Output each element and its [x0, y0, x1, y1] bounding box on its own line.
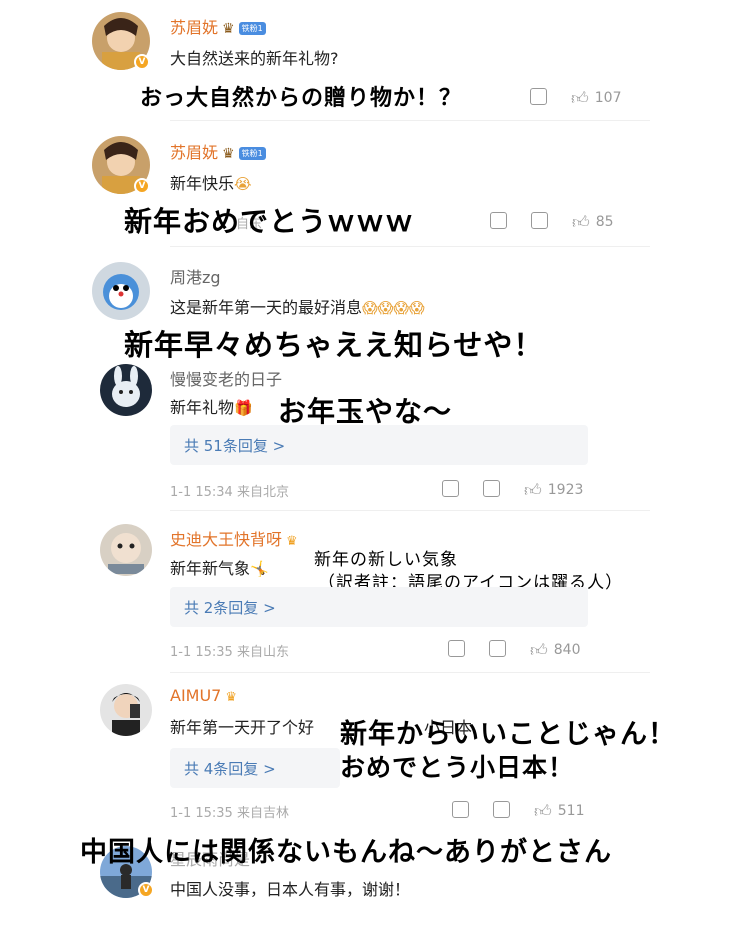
translation-overlay: 中国人には関係ないもんね～ありがとさん	[80, 837, 612, 868]
dancing-person-emoji-icon: 🤸	[250, 560, 269, 578]
gift-emoji-icon: 🎁	[234, 399, 253, 417]
comment-actions: 👍︎ 840	[448, 640, 581, 661]
username-text: AIMU7	[170, 686, 222, 705]
avatar-image	[100, 364, 152, 416]
like-icon[interactable]: 👍︎	[524, 480, 542, 501]
username[interactable]: 史迪大王快背呀 ♛	[170, 526, 298, 550]
comment-actions: 👍︎ 511	[452, 801, 585, 822]
comment-text-body: 这是新年第一天的最好消息	[170, 298, 363, 317]
comment-text-body: 新年快乐	[170, 174, 235, 193]
like-count: 511	[557, 803, 585, 819]
comment-text: 大自然送来的新年礼物?	[170, 49, 339, 68]
verified-icon: V	[134, 178, 150, 194]
like-icon[interactable]: 👍︎	[571, 88, 589, 109]
comment-icon[interactable]	[489, 640, 506, 657]
share-icon[interactable]	[452, 801, 469, 818]
fan-badge: 铁粉1	[238, 22, 266, 35]
username[interactable]: 苏眉妩 ♛ 铁粉1	[170, 139, 266, 163]
like-icon[interactable]: 👍︎	[534, 801, 552, 822]
like-count: 107	[594, 90, 622, 106]
replies-link[interactable]: 共 51条回复 >	[170, 425, 588, 465]
username[interactable]: 苏眉妩 ♛ 铁粉1	[170, 14, 266, 38]
comment-icon[interactable]	[483, 480, 500, 497]
comment-icon[interactable]	[530, 88, 547, 105]
comment-meta: 1-1 15:34 来自北京	[170, 485, 289, 500]
comment-icon[interactable]	[531, 212, 548, 229]
comment-actions: 👍︎ 1923	[442, 480, 583, 501]
divider	[170, 120, 650, 121]
translation-overlay: 新年おめでとうｗｗｗ	[124, 205, 415, 238]
avatar-image	[92, 262, 150, 320]
comment-text-body: 新年新气象	[170, 559, 251, 578]
divider	[170, 510, 650, 511]
comment-text-body: 新年礼物	[170, 398, 235, 417]
translation-overlay-line1: 新年の新しい気象	[314, 550, 458, 570]
translation-overlay-line1: 新年からいいことじゃん！	[340, 719, 676, 750]
comment-text: 新年新气象🤸	[170, 555, 269, 579]
username[interactable]: AIMU7 ♛	[170, 686, 237, 705]
like-count: 85	[595, 214, 614, 230]
share-icon[interactable]	[448, 640, 465, 657]
comment-meta: 1-1 15:35 来自山东	[170, 645, 289, 660]
comment-text: 新年第一天开了个好	[170, 714, 314, 738]
screaming-emoji-icon: 😱😱😱😱	[362, 299, 425, 317]
avatar[interactable]	[100, 684, 152, 736]
comment-text: 新年快乐😭	[170, 170, 252, 194]
username-text: 苏眉妩	[170, 18, 219, 37]
comment-text: 这是新年第一天的最好消息😱😱😱😱	[170, 294, 425, 318]
comment-actions: 👍︎ 107	[530, 88, 622, 109]
like-icon[interactable]: 👍︎	[572, 212, 590, 233]
fan-badge: 铁粉1	[238, 147, 266, 160]
like-count: 1923	[547, 482, 584, 498]
translation-overlay: 新年早々めちゃええ知らせや！	[124, 328, 544, 362]
comment-actions: 👍︎ 85	[490, 212, 614, 233]
flame-badge-icon: ♛	[225, 690, 238, 705]
translation-overlay: おっ大自然からの贈り物か！？	[140, 86, 463, 111]
verified-icon: V	[138, 882, 154, 898]
replies-link[interactable]: 共 2条回复 >	[170, 587, 588, 627]
username[interactable]: 周港zg	[170, 264, 221, 288]
avatar[interactable]	[100, 524, 152, 576]
verified-icon: V	[134, 54, 150, 70]
comment-text: 新年礼物🎁	[170, 394, 253, 418]
username-text: 苏眉妩	[170, 143, 219, 162]
crown-icon: ♛	[222, 21, 235, 37]
comment-text: 中国人没事，日本人有事，谢谢！	[170, 880, 411, 899]
replies-link[interactable]: 共 4条回复 >	[170, 748, 340, 788]
share-icon[interactable]	[490, 212, 507, 229]
username-text: 史迪大王快背呀	[170, 530, 283, 549]
avatar[interactable]	[100, 364, 152, 416]
divider	[170, 246, 650, 247]
avatar[interactable]	[92, 262, 150, 320]
comment-text-body: 新年第一天开了个好	[170, 718, 315, 737]
translation-overlay: お年玉やな～	[278, 395, 453, 428]
username[interactable]: 慢慢变老的日子	[170, 366, 282, 390]
comment-meta: 1-1 15:35 来自吉林	[170, 806, 289, 821]
crying-emoji-icon: 😭	[234, 175, 252, 193]
like-count: 840	[553, 642, 581, 658]
flame-badge-icon: ♛	[286, 534, 298, 549]
translation-overlay-line2: おめでとう小日本！	[340, 753, 575, 782]
share-icon[interactable]	[442, 480, 459, 497]
crown-icon: ♛	[222, 146, 235, 162]
comment-icon[interactable]	[493, 801, 510, 818]
avatar-image	[100, 684, 152, 736]
divider	[170, 672, 650, 673]
avatar-image	[100, 524, 152, 576]
like-icon[interactable]: 👍︎	[530, 640, 548, 661]
